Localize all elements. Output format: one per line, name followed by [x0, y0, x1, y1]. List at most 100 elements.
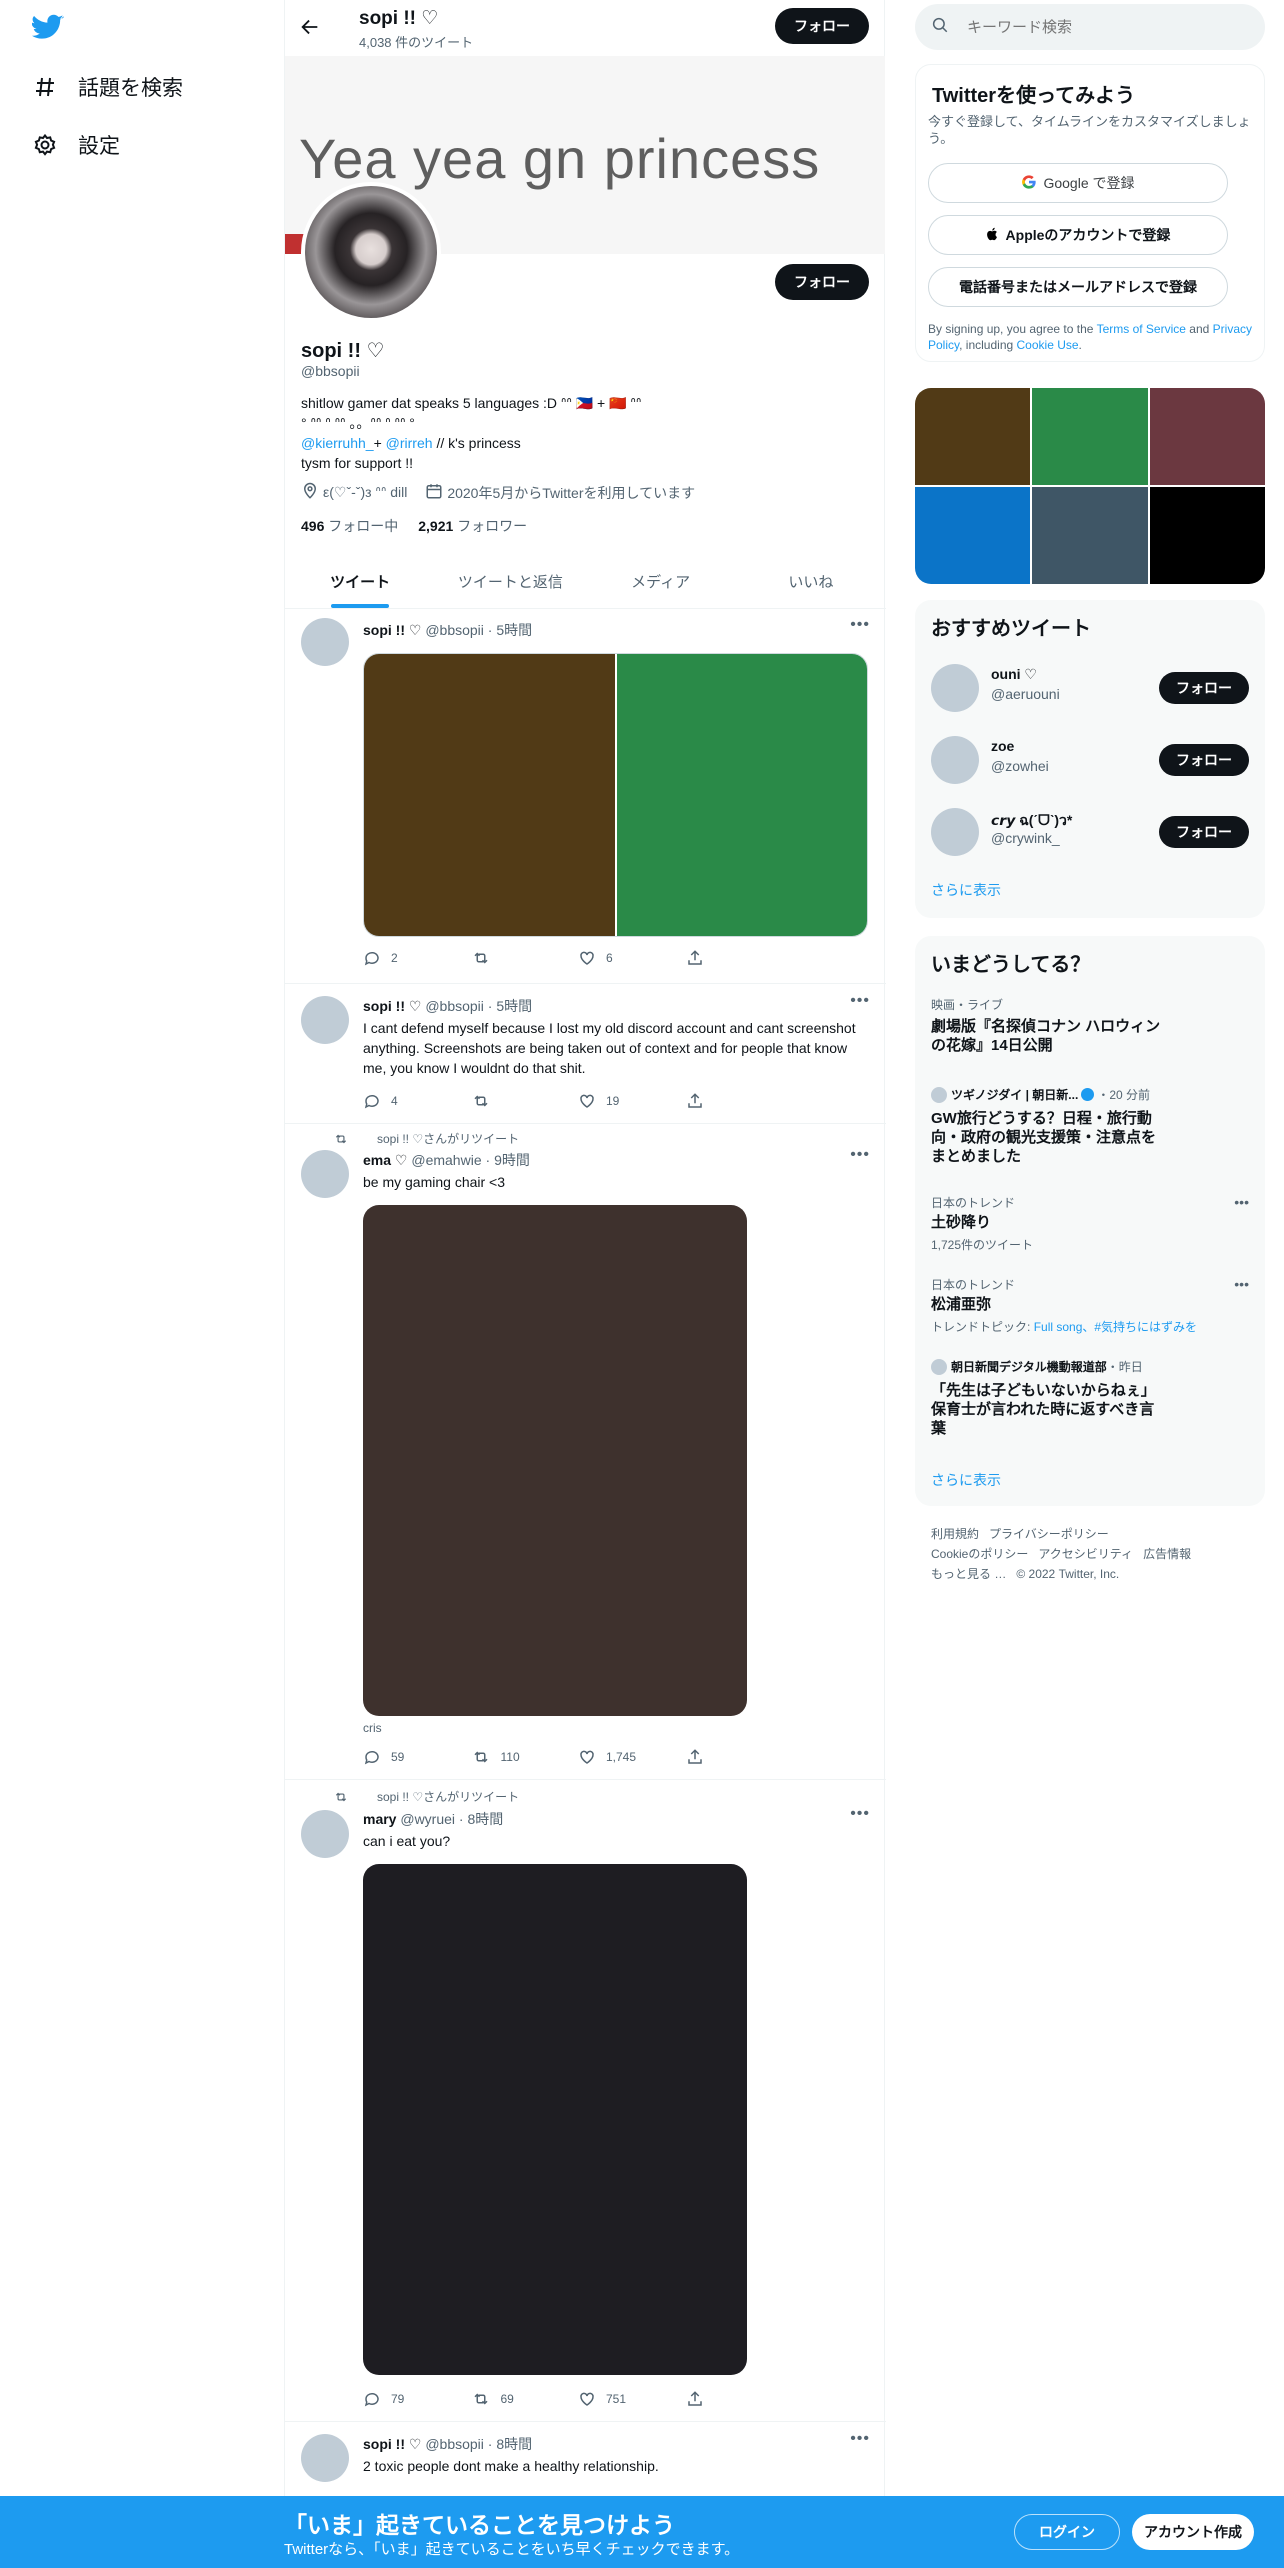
- avatar[interactable]: [301, 2434, 349, 2482]
- avatar[interactable]: [931, 664, 979, 712]
- footer-accessibility-link[interactable]: アクセシビリティ: [1038, 1547, 1133, 1561]
- recommended-user[interactable]: zoe @zowhei フォロー: [931, 732, 1249, 792]
- profile-handle: @bbsopii: [301, 363, 360, 379]
- retweet-button[interactable]: [471, 1092, 579, 1110]
- twitter-logo-icon[interactable]: [31, 14, 64, 42]
- share-button[interactable]: [686, 2390, 794, 2408]
- tab-media[interactable]: メディア: [586, 555, 736, 608]
- retweet-icon: [335, 1134, 347, 1143]
- tweet-header: sopi !! ♡ @bbsopii · 5時間: [363, 998, 533, 1014]
- media-thumbnail[interactable]: [1032, 487, 1148, 584]
- footer-cookie-link[interactable]: Cookieのポリシー: [931, 1547, 1028, 1561]
- sidebar-item-settings[interactable]: 設定: [32, 130, 120, 160]
- search-input[interactable]: [967, 18, 1227, 36]
- cookie-link[interactable]: Cookie Use: [1017, 338, 1079, 352]
- footer-more-link[interactable]: もっと見る …: [931, 1567, 1006, 1581]
- login-button[interactable]: ログイン: [1014, 2514, 1120, 2550]
- reply-button[interactable]: 79: [363, 2390, 471, 2408]
- media-image[interactable]: [364, 654, 615, 936]
- google-signup-button[interactable]: Google で登録: [928, 163, 1228, 203]
- tweet[interactable]: sopi !! ♡ @bbsopii · 8時間 ••• 2 toxic peo…: [285, 2422, 886, 2502]
- share-button[interactable]: [686, 1092, 794, 1110]
- media-thumbnail[interactable]: [1032, 388, 1148, 485]
- like-button[interactable]: 19: [578, 1092, 686, 1110]
- profile-location: ε(♡ˇ-ˇ)з ᐢᐢ dill: [323, 484, 408, 500]
- tweet[interactable]: sopi !! ♡ @bbsopii · 5時間 ••• I cant defe…: [285, 984, 886, 1124]
- tab-tweets[interactable]: ツイート: [285, 555, 435, 608]
- trend-item[interactable]: 映画・ライブ 劇場版『名探偵コナン ハロウィンの花嫁』14日公開: [931, 996, 1249, 1055]
- avatar[interactable]: [301, 618, 349, 666]
- followers-link[interactable]: 2,921 フォロワー: [418, 516, 527, 536]
- retweet-button[interactable]: 110: [471, 1748, 579, 1766]
- footer-terms-link[interactable]: 利用規約: [931, 1527, 979, 1541]
- avatar[interactable]: [931, 736, 979, 784]
- terms-link[interactable]: Terms of Service: [1097, 322, 1186, 336]
- bio-mention-link[interactable]: @rirreh: [386, 435, 433, 451]
- avatar[interactable]: [931, 808, 979, 856]
- trend-item[interactable]: ツギノジダイ | 朝日新... ・20 分前 GW旅行どうする？日程・旅行動向・政…: [931, 1086, 1249, 1166]
- trend-item[interactable]: 朝日新聞デジタル機動報道部 ・昨日 「先生は子どもいないからねぇ」保育士が言われた…: [931, 1358, 1249, 1438]
- tweet[interactable]: sopi !! ♡さんがリツイート mary @wyruei · 8時間 •••…: [285, 1782, 886, 2422]
- following-link[interactable]: 496 フォロー中: [301, 516, 398, 536]
- signup-terms: By signing up, you agree to the Terms of…: [928, 322, 1252, 352]
- phone-email-signup-button[interactable]: 電話番号またはメールアドレスで登録: [928, 267, 1228, 307]
- media-image[interactable]: [363, 1205, 747, 1716]
- like-button[interactable]: 1,745: [578, 1748, 686, 1766]
- tweet[interactable]: sopi !! ♡ @bbsopii · 5時間 ••• 2 6: [285, 610, 886, 984]
- reply-button[interactable]: 59: [363, 1748, 471, 1766]
- media-thumbnail[interactable]: [915, 487, 1031, 584]
- retweet-button[interactable]: 69: [471, 2390, 579, 2408]
- follow-button[interactable]: フォロー: [1159, 672, 1249, 704]
- more-icon[interactable]: •••: [1234, 1276, 1249, 1292]
- back-arrow-icon[interactable]: [299, 16, 323, 40]
- like-button[interactable]: 6: [578, 949, 686, 967]
- search-box[interactable]: [915, 4, 1265, 50]
- reply-button[interactable]: 4: [363, 1092, 471, 1110]
- apple-signup-button[interactable]: Appleのアカウントで登録: [928, 215, 1228, 255]
- avatar[interactable]: [301, 1810, 349, 1858]
- trend-item[interactable]: 日本のトレンド 松浦亜弥 トレンドトピック: Full song、#気持ちにはず…: [931, 1276, 1249, 1335]
- tab-tweets-and-replies[interactable]: ツイートと返信: [435, 555, 585, 608]
- avatar[interactable]: [301, 996, 349, 1044]
- media-thumbnail[interactable]: [915, 388, 1031, 485]
- tab-likes[interactable]: いいね: [736, 555, 886, 608]
- like-button[interactable]: 751: [578, 2390, 686, 2408]
- reply-icon: [364, 1750, 379, 1765]
- recommended-user[interactable]: 𝙘𝙧𝙮 ฉ(ˊᗜˋ)ว* @crywink_ フォロー: [931, 804, 1249, 864]
- follow-button[interactable]: フォロー: [1159, 816, 1249, 848]
- tweet-media[interactable]: [363, 653, 868, 937]
- media-thumbnail[interactable]: [1149, 388, 1265, 485]
- sidebar-item-explore[interactable]: 話題を検索: [32, 72, 183, 102]
- media-image[interactable]: [363, 1864, 747, 2375]
- source-avatar: [931, 1358, 947, 1375]
- retweet-button[interactable]: [471, 949, 579, 967]
- show-more-link[interactable]: さらに表示: [931, 1470, 1001, 1490]
- header-follow-button[interactable]: フォロー: [775, 8, 869, 44]
- share-button[interactable]: [686, 949, 794, 967]
- user-name: zoe: [991, 738, 1015, 754]
- media-image[interactable]: [616, 654, 867, 936]
- follow-button[interactable]: フォロー: [1159, 744, 1249, 776]
- profile-follow-button[interactable]: フォロー: [775, 264, 869, 300]
- more-icon[interactable]: •••: [850, 616, 870, 634]
- more-icon[interactable]: •••: [850, 1805, 870, 1823]
- reply-button[interactable]: 2: [363, 949, 471, 967]
- more-icon[interactable]: •••: [1234, 1194, 1249, 1210]
- show-more-link[interactable]: さらに表示: [931, 880, 1001, 900]
- media-thumbnail[interactable]: [1149, 487, 1265, 584]
- tweet[interactable]: sopi !! ♡さんがリツイート ema ♡ @emahwie · 9時間 •…: [285, 1124, 886, 1780]
- tweet-text: 2 toxic people dont make a healthy relat…: [363, 2458, 659, 2474]
- recommended-user[interactable]: ouni ♡ @aeruouni フォロー: [931, 660, 1249, 720]
- trend-item[interactable]: 日本のトレンド 土砂降り 1,725件のツイート •••: [931, 1194, 1249, 1253]
- create-account-button[interactable]: アカウント作成: [1132, 2514, 1254, 2550]
- footer-privacy-link[interactable]: プライバシーポリシー: [989, 1527, 1109, 1541]
- share-button[interactable]: [686, 1748, 794, 1766]
- bio-mention-link[interactable]: @kierruhh_: [301, 435, 374, 451]
- footer-ads-link[interactable]: 広告情報: [1143, 1547, 1191, 1561]
- avatar[interactable]: [301, 1150, 349, 1198]
- profile-avatar[interactable]: [301, 182, 441, 322]
- more-icon[interactable]: •••: [850, 992, 870, 1010]
- location-icon: [301, 482, 319, 503]
- more-icon[interactable]: •••: [850, 1146, 870, 1164]
- more-icon[interactable]: •••: [850, 2430, 870, 2448]
